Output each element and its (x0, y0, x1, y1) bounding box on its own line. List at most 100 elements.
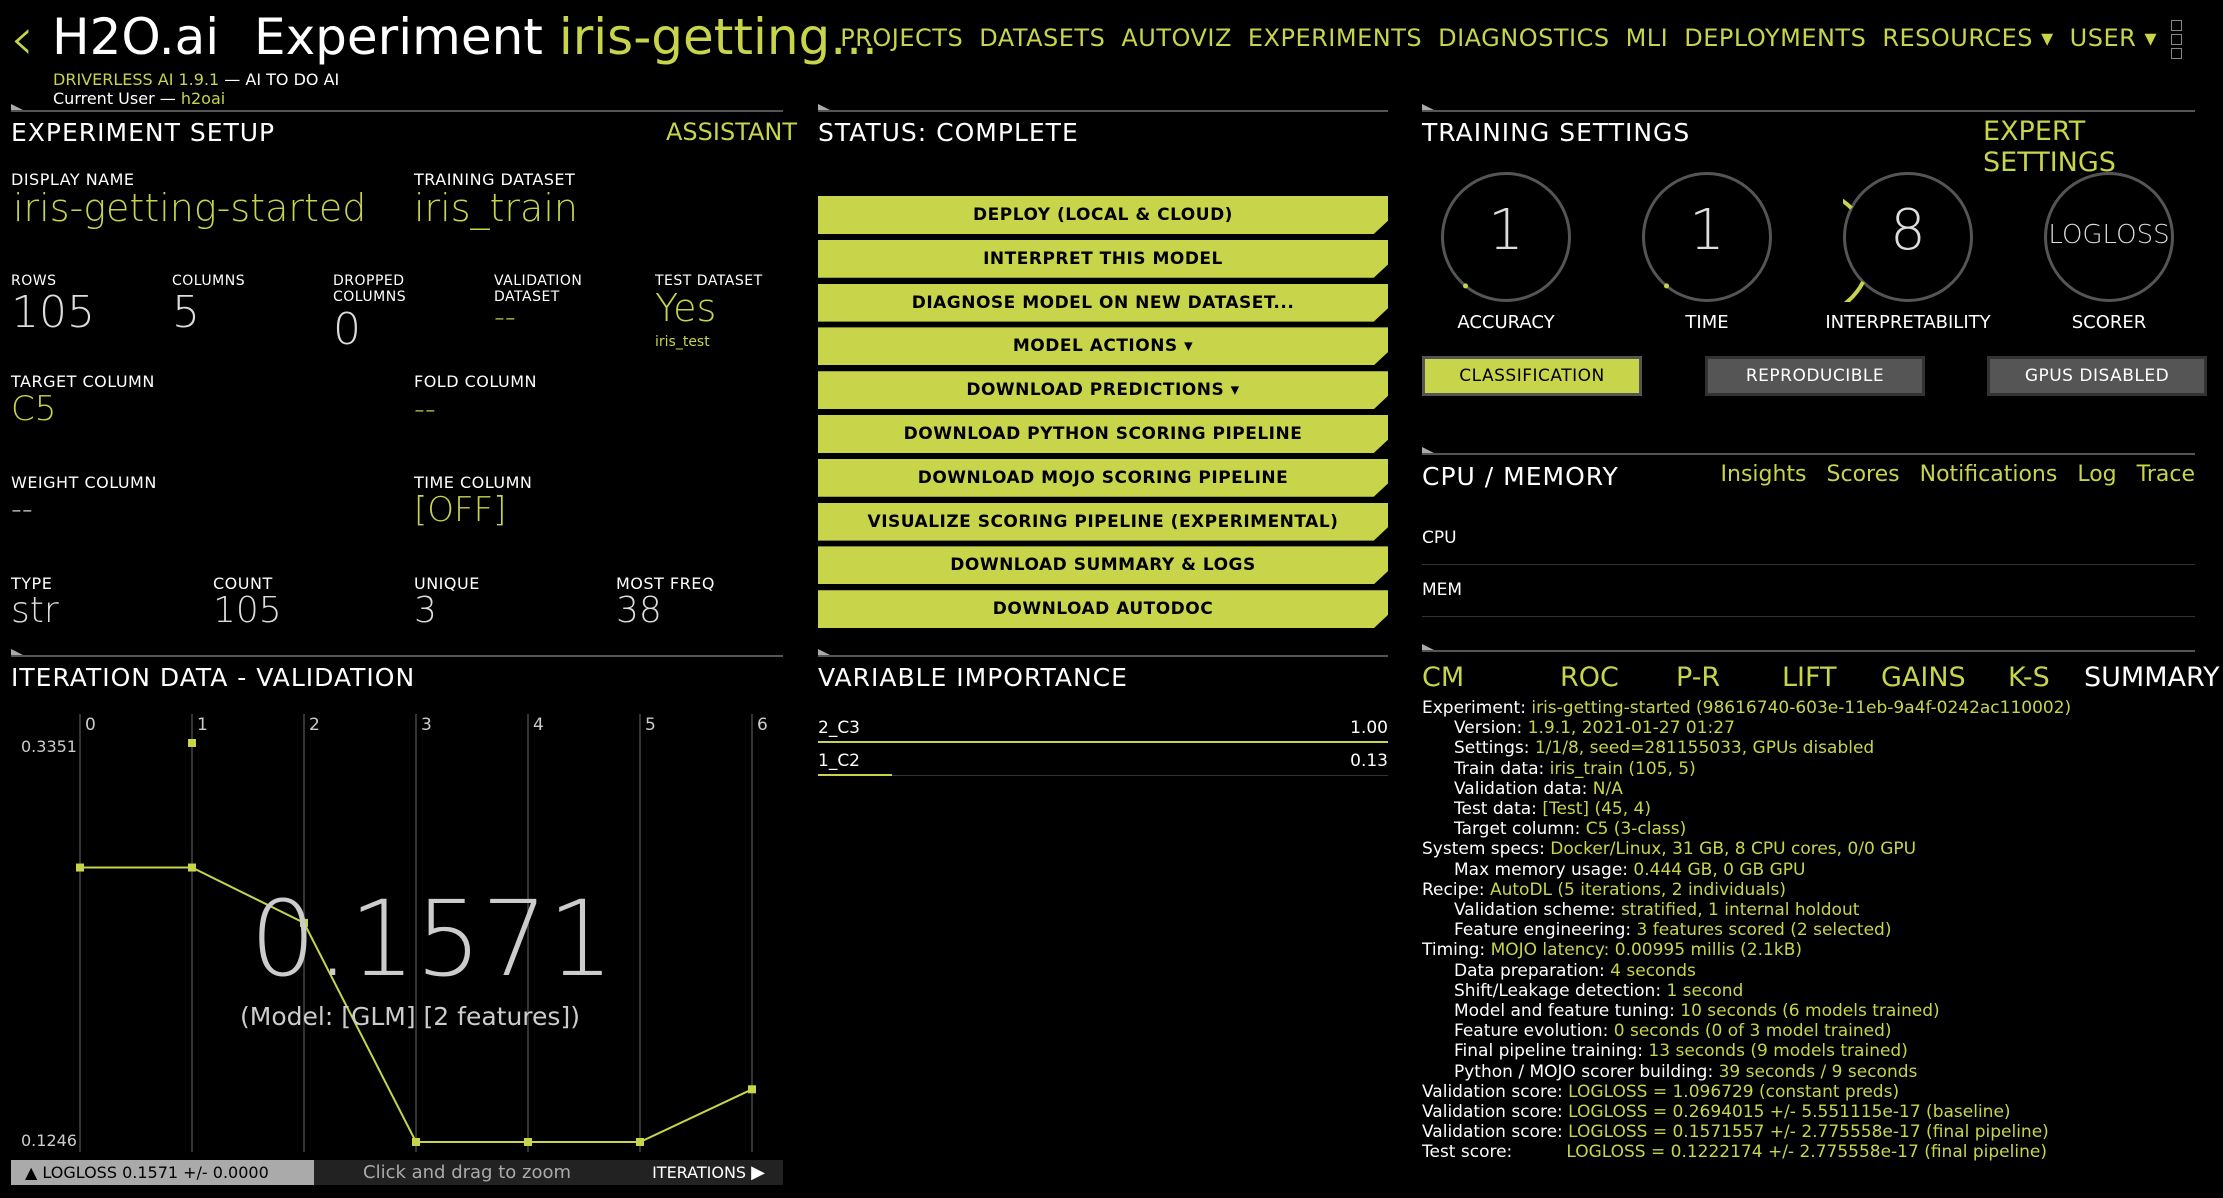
time-column-value[interactable]: [OFF] (414, 490, 506, 530)
zoom-hint: Click and drag to zoom (363, 1162, 572, 1183)
summary-value: Docker/Linux, 31 GB, 8 CPU cores, 0/0 GP… (1550, 839, 1917, 860)
status-button-3[interactable]: MODEL ACTIONS ▾ (818, 327, 1388, 366)
columns-value: 5 (172, 287, 200, 338)
summary-line: Version: 1.9.1, 2021-01-27 01:27 (1422, 718, 2071, 738)
data-point (636, 1138, 644, 1146)
toggle-classification[interactable]: CLASSIFICATION (1422, 356, 1642, 396)
tab-pr[interactable]: P-R (1676, 662, 1720, 693)
nav-mli[interactable]: MLI (1626, 24, 1669, 52)
data-point (412, 1138, 420, 1146)
iterations-axis-button[interactable]: ITERATIONS ▶ (652, 1160, 765, 1185)
status-button-6[interactable]: DOWNLOAD MOJO SCORING PIPELINE (818, 458, 1388, 497)
display-name-value[interactable]: iris-getting-started (13, 186, 366, 230)
cpu-link-notifications[interactable]: Notifications (1920, 462, 2058, 487)
status-button-8[interactable]: DOWNLOAD SUMMARY & LOGS (818, 546, 1388, 585)
tab-gains[interactable]: GAINS (1881, 662, 1966, 693)
summary-value: LOGLOSS = 1.096729 (constant preds) (1568, 1081, 1900, 1102)
summary-value: 1 second (1666, 980, 1744, 1001)
x-tick-label: 1 (197, 715, 208, 735)
data-point (188, 863, 196, 872)
summary-key: System specs: (1422, 839, 1551, 860)
nav-autoviz[interactable]: AUTOVIZ (1121, 24, 1232, 52)
nav-experiments[interactable]: EXPERIMENTS (1248, 24, 1422, 52)
cpu-link-trace[interactable]: Trace (2137, 462, 2195, 487)
tab-lift[interactable]: LIFT (1782, 662, 1837, 693)
weight-column-label: WEIGHT COLUMN (11, 473, 157, 492)
x-tick-label: 6 (757, 715, 768, 735)
summary-key: Validation score: (1422, 1102, 1569, 1123)
summary-line: Validation score: LOGLOSS = 0.2694015 +/… (1422, 1102, 2071, 1122)
iteration-model-text: (Model: [GLM] [2 features]) (240, 1002, 580, 1031)
summary-key: Test data: (1454, 799, 1543, 820)
fold-column-value[interactable]: -- (414, 392, 436, 427)
x-tick-label: 4 (533, 715, 544, 735)
varimp-value: 1.00 (1350, 718, 1388, 738)
summary-value: 0 seconds (0 of 3 model trained) (1613, 1021, 1892, 1042)
assistant-link[interactable]: ASSISTANT (666, 118, 797, 146)
validation-value[interactable]: -- (494, 300, 516, 335)
summary-line: Feature engineering: 3 features scored (… (1422, 920, 2071, 940)
dial-label: INTERPRETABILITY (1825, 312, 1991, 333)
dial-value: 8 (1890, 198, 1926, 263)
target-column-value[interactable]: C5 (11, 389, 56, 429)
cpu-link-scores[interactable]: Scores (1827, 462, 1900, 487)
x-tick-label: 3 (421, 715, 432, 735)
back-icon[interactable]: ‹ (10, 4, 34, 74)
summary-line: System specs: Docker/Linux, 31 GB, 8 CPU… (1422, 839, 2071, 859)
tab-ks[interactable]: K-S (2008, 662, 2050, 693)
training-dataset-value[interactable]: iris_train (414, 186, 578, 230)
tab-cm[interactable]: CM (1422, 662, 1464, 693)
summary-key: Settings: (1454, 738, 1535, 759)
status-button-4[interactable]: DOWNLOAD PREDICTIONS ▾ (818, 371, 1388, 410)
summary-key: Recipe: (1422, 879, 1490, 900)
page-title: Experiment iris-getting... (254, 8, 878, 66)
tab-roc[interactable]: ROC (1560, 662, 1619, 693)
summary-line: Validation scheme: stratified, 1 interna… (1422, 900, 2071, 920)
x-tick-label: 2 (309, 715, 320, 735)
test-dataset-value[interactable]: Yes (655, 286, 716, 330)
summary-key: Test score: (1422, 1142, 1567, 1163)
toggle-reproducible[interactable]: REPRODUCIBLE (1705, 356, 1925, 396)
cpu-link-insights[interactable]: Insights (1721, 462, 1807, 487)
divider (818, 104, 1388, 112)
summary-value: [Test] (45, 4) (1542, 799, 1651, 820)
mem-label: MEM (1422, 580, 1463, 600)
nav-deployments[interactable]: DEPLOYMENTS (1684, 24, 1866, 52)
dial-marker (1463, 283, 1469, 289)
nav-datasets[interactable]: DATASETS (979, 24, 1105, 52)
app-menu-icon[interactable] (2171, 20, 2182, 59)
nav-user[interactable]: USER ▾ (2070, 24, 2157, 52)
data-point (524, 1138, 532, 1146)
brand-logo: H2O.ai (52, 8, 220, 66)
nav-resources[interactable]: RESOURCES ▾ (1882, 24, 2053, 52)
summary-line: Model and feature tuning: 10 seconds (6 … (1422, 1001, 2071, 1021)
summary-line: Validation score: LOGLOSS = 0.1571557 +/… (1422, 1122, 2071, 1142)
y-min-label: 0.1246 (21, 1131, 77, 1150)
training-title: TRAINING SETTINGS (1422, 118, 1691, 147)
tab-summary[interactable]: SUMMARY (2084, 662, 2220, 693)
summary-value: MOJO latency: 0.00995 millis (2.1kB) (1490, 940, 1802, 961)
status-button-1[interactable]: INTERPRET THIS MODEL (818, 239, 1388, 278)
most-freq-value: 38 (616, 590, 662, 631)
status-button-9[interactable]: DOWNLOAD AUTODOC (818, 590, 1388, 629)
divider (1422, 104, 2195, 112)
expert-settings-link[interactable]: EXPERT SETTINGS (1983, 116, 2223, 178)
weight-column-value[interactable]: -- (11, 492, 33, 527)
varimp-name: 1_C2 (818, 751, 861, 771)
summary-line: Validation data: N/A (1422, 779, 2071, 799)
varimp-bar-track (818, 775, 1388, 776)
toggle-gpusdisabled[interactable]: GPUS DISABLED (1987, 356, 2207, 396)
nav-projects[interactable]: PROJECTS (840, 24, 963, 52)
nav-diagnostics[interactable]: DIAGNOSTICS (1438, 24, 1609, 52)
status-button-2[interactable]: DIAGNOSE MODEL ON NEW DATASET... (818, 283, 1388, 322)
summary-value: 39 seconds / 9 seconds (1718, 1061, 1918, 1082)
iteration-big-value: 0.1571 (250, 878, 614, 1000)
summary-key: Python / MOJO scorer building: (1454, 1061, 1719, 1082)
cpu-link-log[interactable]: Log (2077, 462, 2116, 487)
summary-line: Max memory usage: 0.444 GB, 0 GB GPU (1422, 860, 2071, 880)
summary-value: 4 seconds (1610, 960, 1696, 981)
data-point (748, 1085, 756, 1094)
status-button-7[interactable]: VISUALIZE SCORING PIPELINE (EXPERIMENTAL… (818, 502, 1388, 541)
status-button-5[interactable]: DOWNLOAD PYTHON SCORING PIPELINE (818, 415, 1388, 453)
status-button-0[interactable]: DEPLOY (LOCAL & CLOUD) (818, 196, 1388, 234)
